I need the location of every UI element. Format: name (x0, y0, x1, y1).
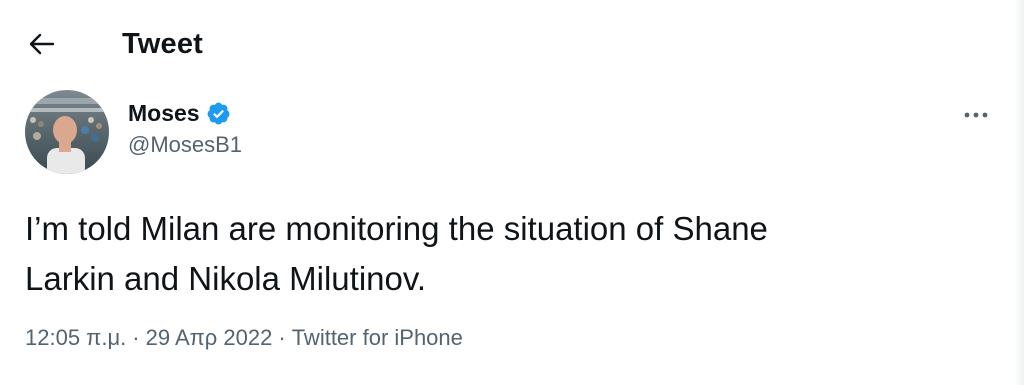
author-name-row: Moses (128, 96, 242, 130)
page-header: Tweet (0, 0, 1024, 86)
tweet-source[interactable]: Twitter for iPhone (292, 325, 463, 351)
tweet-text: I’m told Milan are monitoring the situat… (25, 210, 768, 297)
edge-shadow (1014, 0, 1024, 385)
more-options-button[interactable] (956, 100, 996, 130)
tweet-time[interactable]: 12:05 π.μ. (25, 325, 126, 351)
meta-separator: · (278, 325, 286, 350)
meta-separator: · (132, 325, 140, 350)
page-title: Tweet (122, 28, 204, 60)
more-horizontal-icon (964, 112, 988, 118)
tweet-metadata: 12:05 π.μ. · 29 Απρ 2022 · Twitter for i… (25, 325, 463, 351)
verified-badge-icon[interactable] (206, 101, 231, 126)
tweet-date[interactable]: 29 Απρ 2022 (146, 325, 273, 351)
avatar-image (25, 90, 109, 174)
avatar[interactable] (25, 90, 109, 174)
back-button[interactable] (22, 24, 62, 64)
author-handle[interactable]: @MosesB1 (128, 132, 242, 158)
tweet-detail-page: Tweet Moses @MosesB1 I’m told Milan are … (0, 0, 1024, 385)
author-display-name[interactable]: Moses (128, 100, 200, 127)
tweet-author: Moses @MosesB1 (128, 96, 242, 158)
arrow-left-icon (29, 33, 55, 55)
